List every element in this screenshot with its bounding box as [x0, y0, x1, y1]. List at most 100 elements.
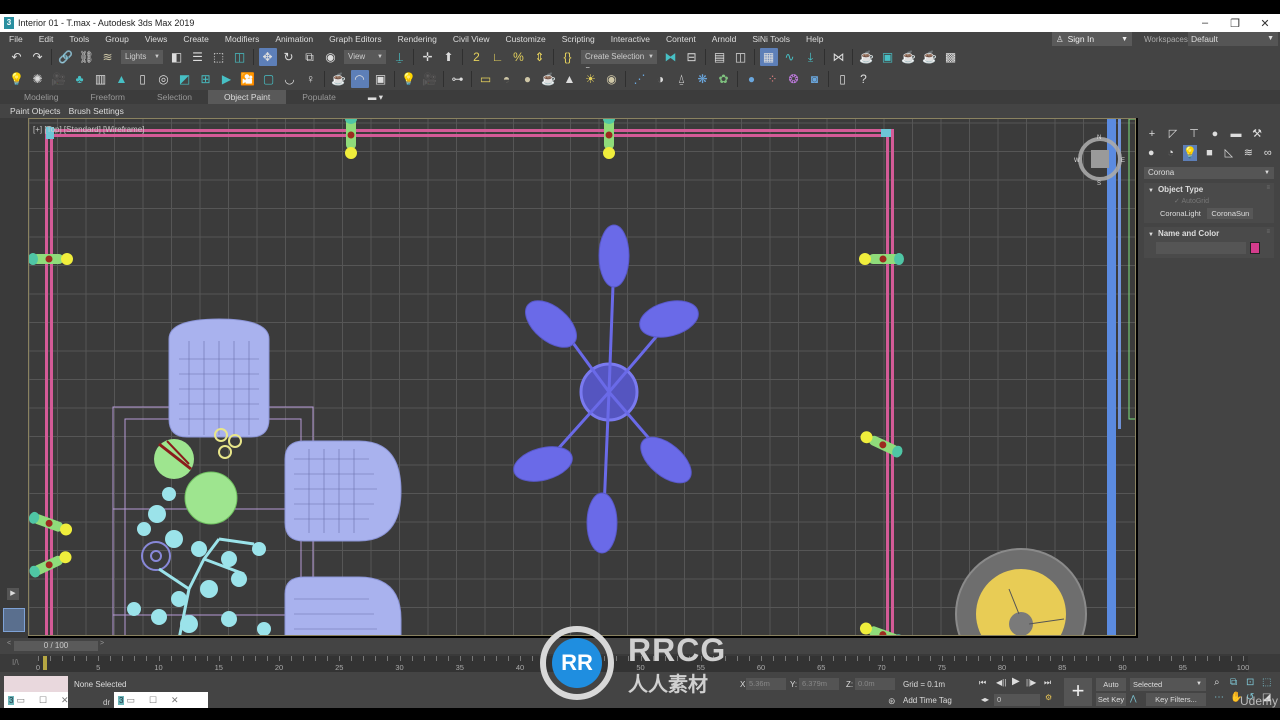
select-and-scale-icon[interactable]: ⧉ [301, 48, 319, 66]
name-and-color-header[interactable]: ▼ Name and Color ≡ [1144, 229, 1274, 238]
dope-sheet-icon[interactable]: ⤓ [802, 48, 820, 66]
corona-sun-button[interactable]: CoronaSun [1207, 208, 1254, 219]
color-palette-icon[interactable]: ❂ [785, 70, 803, 88]
create-key-icon[interactable]: + [1064, 678, 1092, 706]
tab-selection[interactable]: Selection [141, 90, 208, 104]
menu-rendering[interactable]: Rendering [390, 34, 445, 44]
layer-explorer-icon[interactable]: ◫ [732, 48, 750, 66]
light-lister-icon[interactable]: 💡 [400, 70, 418, 88]
hierarchy-tab-icon[interactable]: ⊤ [1186, 126, 1202, 142]
menu-group[interactable]: Group [97, 34, 137, 44]
restore-icon[interactable]: ❐ [1220, 17, 1250, 30]
display-tab-icon[interactable]: ▬ [1228, 126, 1244, 142]
menu-content[interactable]: Content [658, 34, 704, 44]
object-type-header[interactable]: ▼ Object Type ≡ [1144, 185, 1274, 194]
render-production-icon[interactable]: ☕ [921, 48, 939, 66]
tab-freeform[interactable]: Freeform [75, 90, 141, 104]
toggle-ribbon-icon[interactable]: ▦ [759, 48, 778, 66]
create-tab-icon[interactable]: + [1144, 126, 1160, 142]
menu-create[interactable]: Create [175, 34, 217, 44]
select-object-icon[interactable]: ◧ [168, 48, 186, 66]
undo-icon[interactable]: ↶ [8, 48, 26, 66]
space-warps-icon[interactable]: ≋ [1241, 145, 1255, 161]
menu-interactive[interactable]: Interactive [603, 34, 658, 44]
displacement-icon[interactable]: ⋰ [631, 70, 649, 88]
key-mode-toggle-icon[interactable]: ◂▸ [981, 695, 989, 704]
y-coordinate-field[interactable]: 6.379m [799, 678, 839, 690]
spot-light-icon[interactable]: ▲ [561, 70, 579, 88]
cameras-icon[interactable]: ■ [1202, 145, 1216, 161]
paint-objects-panel[interactable]: Paint Objects [6, 106, 65, 116]
object-name-input[interactable] [1156, 242, 1246, 254]
tab-modeling[interactable]: Modeling [8, 90, 75, 104]
menu-customize[interactable]: Customize [498, 34, 554, 44]
sun-light-icon[interactable]: ✺ [29, 70, 47, 88]
prev-frame-button[interactable]: < [7, 640, 13, 652]
workspace-dropdown[interactable]: Default ▼ [1188, 32, 1278, 46]
mirror-icon[interactable]: ⧓ [662, 48, 680, 66]
keyboard-shortcut-override-icon[interactable]: ⬆ [440, 48, 458, 66]
render-setup-icon[interactable]: ▣ [879, 48, 897, 66]
menu-help[interactable]: Help [798, 34, 831, 44]
key-filters-button[interactable]: Key Filters... [1146, 693, 1206, 706]
minimize-icon[interactable]: – [1190, 17, 1220, 30]
scene-explorer-icon[interactable]: ▤ [711, 48, 729, 66]
menu-arnold[interactable]: Arnold [704, 34, 745, 44]
rendered-frame-window-icon[interactable]: ☕ [900, 48, 918, 66]
bulb-outline-icon[interactable]: ♀ [302, 70, 320, 88]
decal-icon[interactable]: ▯ [134, 70, 152, 88]
render-in-cloud-icon[interactable]: ▩ [942, 48, 960, 66]
helpers-icon[interactable]: ◺ [1222, 145, 1236, 161]
viewcube[interactable]: N S E W [1074, 135, 1125, 187]
dome-light-icon[interactable]: ◓ [498, 70, 516, 88]
menu-tools[interactable]: Tools [61, 34, 97, 44]
z-coordinate-field[interactable]: 0.0m [855, 678, 895, 690]
zoom-extents-icon[interactable]: ⊡ [1246, 677, 1254, 688]
proxy-icon[interactable]: ▥ [92, 70, 110, 88]
camera-target-icon[interactable]: ⊶ [449, 70, 467, 88]
menu-animation[interactable]: Animation [267, 34, 321, 44]
play-icon[interactable]: ▶ [1012, 676, 1020, 687]
motion-tab-icon[interactable]: ● [1207, 126, 1223, 142]
maximize-icon[interactable]: ☐ [149, 695, 157, 706]
current-frame-field[interactable]: 0 [994, 694, 1040, 706]
material-editor-icon[interactable]: ☕ [858, 48, 876, 66]
systems-icon[interactable]: ∞ [1261, 145, 1275, 161]
corona-logo-icon[interactable]: ◠ [350, 70, 369, 88]
brush-settings-panel[interactable]: Brush Settings [65, 106, 128, 116]
ribbon-options-icon[interactable]: ▬ ▾ [352, 90, 399, 104]
snaps-toggle-icon[interactable]: 2 [468, 48, 486, 66]
menu-edit[interactable]: Edit [31, 34, 62, 44]
zoom-icon[interactable]: ⌕ [1214, 677, 1220, 688]
select-and-rotate-icon[interactable]: ↻ [280, 48, 298, 66]
key-selection-dropdown[interactable]: Selected ▼ [1130, 678, 1206, 691]
curve-editor-icon[interactable]: ∿ [781, 48, 799, 66]
menu-modifiers[interactable]: Modifiers [217, 34, 267, 44]
track-bar[interactable]: I/\ 0 5 10 15 20 25 30 35 40 45 50 55 60 65 70 75 80 85 90… [0, 654, 1280, 672]
window-crossing-icon[interactable]: ◫ [231, 48, 249, 66]
sun-icon[interactable]: ☀ [582, 70, 600, 88]
tab-populate[interactable]: Populate [286, 90, 352, 104]
minimized-window[interactable]: 3 ▭ ☐ ✕ [114, 692, 208, 708]
restore-icon[interactable]: ▭ [126, 695, 135, 706]
maxscript-listener[interactable] [4, 676, 68, 692]
material-sphere-icon[interactable]: ● [743, 70, 761, 88]
pivot-center-icon[interactable]: ⍊ [391, 48, 409, 66]
mesh-light-icon[interactable]: ☕ [540, 70, 558, 88]
ring-icon[interactable]: ◎ [155, 70, 173, 88]
select-manipulate-icon[interactable]: ✛ [419, 48, 437, 66]
scatter-geo-icon[interactable]: ❋ [694, 70, 712, 88]
schematic-view-icon[interactable]: ⋈ [830, 48, 848, 66]
viewport-layout-thumbnail[interactable] [3, 608, 25, 632]
time-configuration-icon[interactable]: ⚙ [1045, 693, 1052, 702]
scatter-icon[interactable]: ♣ [71, 70, 89, 88]
sign-in-button[interactable]: ♙ Sign In ▼ [1052, 32, 1132, 46]
converter-icon[interactable]: ▯ [834, 70, 852, 88]
sphere-light-icon[interactable]: ● [519, 70, 537, 88]
viewport-canvas[interactable]: N S E W [29, 119, 1136, 636]
select-and-move-icon[interactable]: ✥ [258, 48, 277, 66]
utilities-tab-icon[interactable]: ⚒ [1249, 126, 1265, 142]
select-by-name-icon[interactable]: ☰ [189, 48, 207, 66]
camera-icon[interactable]: 🎥 [50, 70, 68, 88]
grass-icon[interactable]: ✿ [715, 70, 733, 88]
